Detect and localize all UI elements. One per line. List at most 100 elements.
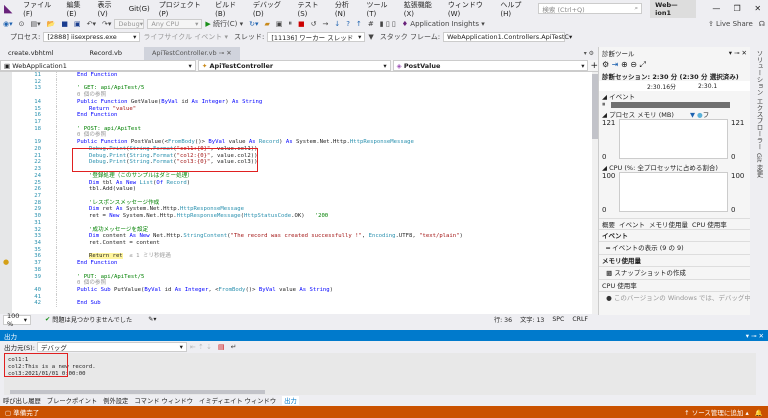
filter-icon[interactable]: ▼ bbox=[368, 33, 373, 41]
minimize-button[interactable]: — bbox=[706, 4, 727, 13]
step-into-icon[interactable]: ↓ bbox=[334, 20, 340, 28]
code-line[interactable]: 38 bbox=[0, 266, 592, 274]
project-dropdown[interactable]: ▣ WebApplication1 ▾ bbox=[0, 60, 196, 71]
tab-create-vbhtml[interactable]: create.vbhtml bbox=[0, 47, 61, 60]
menu-item[interactable]: Git(G) bbox=[129, 5, 150, 13]
code-line[interactable]: 28 'レスポンスメッセージ作成 bbox=[0, 199, 592, 207]
save-all-icon[interactable]: ▣ bbox=[74, 20, 81, 28]
close-window-button[interactable]: ✕ bbox=[747, 4, 768, 13]
pin-icon[interactable]: ⊸ bbox=[219, 49, 224, 57]
code-line[interactable]: 36 Return ret ≤ 1 ミリ秒経過 bbox=[0, 253, 592, 261]
tab-breakpoints[interactable]: ブレークポイント bbox=[47, 396, 97, 405]
screenshot-icon[interactable]: ▣ bbox=[276, 20, 283, 28]
tab-call-stack[interactable]: 呼び出し履歴 bbox=[3, 396, 41, 405]
open-icon[interactable]: 📂 bbox=[47, 20, 56, 28]
reset-zoom-icon[interactable]: ⤢ bbox=[639, 60, 645, 70]
solution-explorer-tab[interactable]: ソリューション エクスプローラー bbox=[754, 50, 764, 150]
platform-select[interactable]: Any CPU ▾ bbox=[147, 18, 203, 29]
tab-record-vb[interactable]: Record.vb bbox=[81, 47, 130, 60]
show-events-link[interactable]: ═ イベントの表示 (9 の 9) bbox=[599, 242, 750, 255]
panel-controls[interactable]: ▾ ⊸ ✕ bbox=[729, 49, 747, 57]
code-line[interactable]: 16 End Function bbox=[0, 112, 592, 120]
menu-item[interactable]: ツール(T) bbox=[367, 0, 395, 18]
take-snapshot-link[interactable]: ▩ スナップショットの作成 bbox=[599, 267, 750, 280]
code-line[interactable]: 0 個の参照 bbox=[0, 92, 592, 99]
undo-icon[interactable]: ↶▾ bbox=[87, 20, 96, 28]
settings-icon[interactable]: ⚙ bbox=[602, 60, 609, 69]
tab-exception-settings[interactable]: 例外設定 bbox=[103, 396, 128, 405]
notifications-icon[interactable]: 🔔 bbox=[755, 409, 763, 417]
codelens-text[interactable]: 0 個の参照 bbox=[77, 132, 106, 138]
menu-item[interactable]: 表示(V) bbox=[97, 0, 119, 18]
show-next-statement-icon[interactable]: → bbox=[323, 20, 329, 28]
code-line[interactable]: 40 Public Sub PutValue(ByVal id As Intege… bbox=[0, 287, 592, 294]
menu-item[interactable]: 分析(N) bbox=[335, 0, 358, 18]
tab-cpu-usage[interactable]: CPU 使用率 bbox=[692, 219, 727, 229]
code-line[interactable]: 42 End Sub bbox=[0, 300, 592, 308]
folder-icon[interactable]: ▰ bbox=[265, 20, 270, 28]
tab-events[interactable]: イベント bbox=[619, 219, 645, 229]
code-line[interactable]: 25 Dim tbl As New List(Of Record) bbox=[0, 179, 592, 187]
code-line[interactable]: 19 Public Function PostValue(<FromBody()>… bbox=[0, 139, 592, 146]
find-message-icon[interactable]: ⇤ ⇡ ⇣ bbox=[190, 343, 212, 351]
tab-apitestcontroller-vb[interactable]: ApiTestController.vb ⊸ ✕ bbox=[143, 47, 240, 60]
restore-button[interactable]: ❐ bbox=[727, 4, 748, 13]
menu-item[interactable]: ファイル(F) bbox=[23, 0, 57, 18]
configuration-select[interactable]: Debug ▾ bbox=[114, 18, 145, 29]
code-line[interactable]: 11 End Function bbox=[0, 72, 592, 79]
code-line[interactable]: 17 bbox=[0, 119, 592, 126]
menu-item[interactable]: 拡張機能(X) bbox=[404, 0, 439, 18]
zoom-select[interactable]: 100 % ▾ bbox=[3, 312, 31, 328]
clear-all-icon[interactable]: ▤ bbox=[218, 343, 225, 351]
refresh-icon[interactable]: ↻▾ bbox=[249, 20, 258, 28]
menu-item[interactable]: 編集(E) bbox=[67, 0, 89, 18]
save-icon[interactable]: ■ bbox=[61, 20, 68, 28]
zoom-in-icon[interactable]: ⊕ bbox=[621, 60, 628, 69]
code-line[interactable]: 26 tbl.Add(value) bbox=[0, 186, 592, 193]
code-line[interactable]: 30 ret = New System.Net.Http.HttpResponse… bbox=[0, 213, 592, 220]
codelens-text[interactable]: 0 個の参照 bbox=[77, 280, 106, 286]
export-icon[interactable]: ⇥ bbox=[612, 60, 619, 69]
code-line[interactable]: 32 '成功メッセージを設定 bbox=[0, 226, 592, 234]
code-line[interactable]: 33 Dim content As New Net.Http.StringCont… bbox=[0, 233, 592, 240]
app-insights-button[interactable]: ♦ Application Insights ▾ bbox=[402, 20, 485, 28]
tab-memory-usage[interactable]: メモリ使用量 bbox=[649, 219, 688, 229]
source-control-button[interactable]: ↑ ソース管理に追加 ▴ 🔔 bbox=[684, 407, 763, 417]
live-share-button[interactable]: ⇪ Live Share bbox=[708, 20, 753, 28]
tab-output[interactable]: 出力 bbox=[282, 396, 299, 405]
events-timeline-bar[interactable] bbox=[611, 101, 730, 108]
code-line[interactable]: 0 個の参照 bbox=[0, 132, 592, 140]
code-line[interactable]: 0 個の参照 bbox=[0, 280, 592, 287]
code-line[interactable]: 37 End Function bbox=[0, 260, 592, 267]
word-wrap-icon[interactable]: ↵ bbox=[231, 343, 237, 351]
code-line[interactable]: 12 bbox=[0, 78, 592, 86]
code-line[interactable]: 15 Return "value" bbox=[0, 105, 592, 113]
lifecycle-events-button[interactable]: ライフサイクル イベント ▾ bbox=[143, 32, 228, 42]
whitespace-indicator[interactable]: SPC bbox=[552, 316, 564, 323]
pause-icon[interactable]: ⏸ bbox=[289, 19, 293, 28]
menu-item[interactable]: ヘルプ(H) bbox=[500, 0, 529, 18]
menu-item[interactable]: デバッグ(D) bbox=[253, 0, 289, 18]
code-line[interactable]: 29 Dim ret As System.Net.Http.HttpRespons… bbox=[0, 206, 592, 214]
scroll-thumb[interactable] bbox=[10, 390, 265, 394]
breakpoint-gutter[interactable]: ● bbox=[0, 72, 12, 314]
pause-icon[interactable]: ⏸ bbox=[602, 100, 605, 109]
class-dropdown[interactable]: ✦ ApiTestController ▾ bbox=[197, 60, 391, 71]
stop-icon[interactable]: ■ bbox=[298, 20, 305, 28]
zoom-out-icon[interactable]: ⊖ bbox=[630, 60, 637, 69]
step-out-icon[interactable]: ↑ bbox=[356, 20, 362, 28]
code-line[interactable]: 34 ret.Content = content bbox=[0, 239, 592, 247]
code-line[interactable]: 24 '登録処理（このサンプルはダミー処理） bbox=[0, 172, 592, 180]
menu-item[interactable]: ビルド(B) bbox=[215, 0, 244, 18]
menu-item[interactable]: ウィンドウ(W) bbox=[448, 0, 491, 18]
tab-immediate-window[interactable]: イミディエイト ウィンドウ bbox=[199, 396, 276, 405]
issues-status[interactable]: 問題は見つかりませんでした bbox=[52, 315, 132, 324]
process-select[interactable]: [2888] iisexpress.exe ▾ bbox=[43, 31, 141, 42]
code-editor[interactable]: 11 End Function 12 13 ' GET: api/ApiTest/5 0 … bbox=[0, 72, 592, 314]
member-dropdown[interactable]: ◈ PostValue ▾ bbox=[392, 60, 589, 71]
tab-command-window[interactable]: コマンド ウィンドウ bbox=[134, 396, 193, 405]
tab-summary[interactable]: 概要 bbox=[602, 219, 615, 229]
back-icon[interactable]: ◉▾ bbox=[3, 20, 13, 28]
git-changes-tab[interactable]: Git 変更 bbox=[754, 153, 764, 177]
restart-icon[interactable]: ↺ bbox=[311, 20, 317, 28]
